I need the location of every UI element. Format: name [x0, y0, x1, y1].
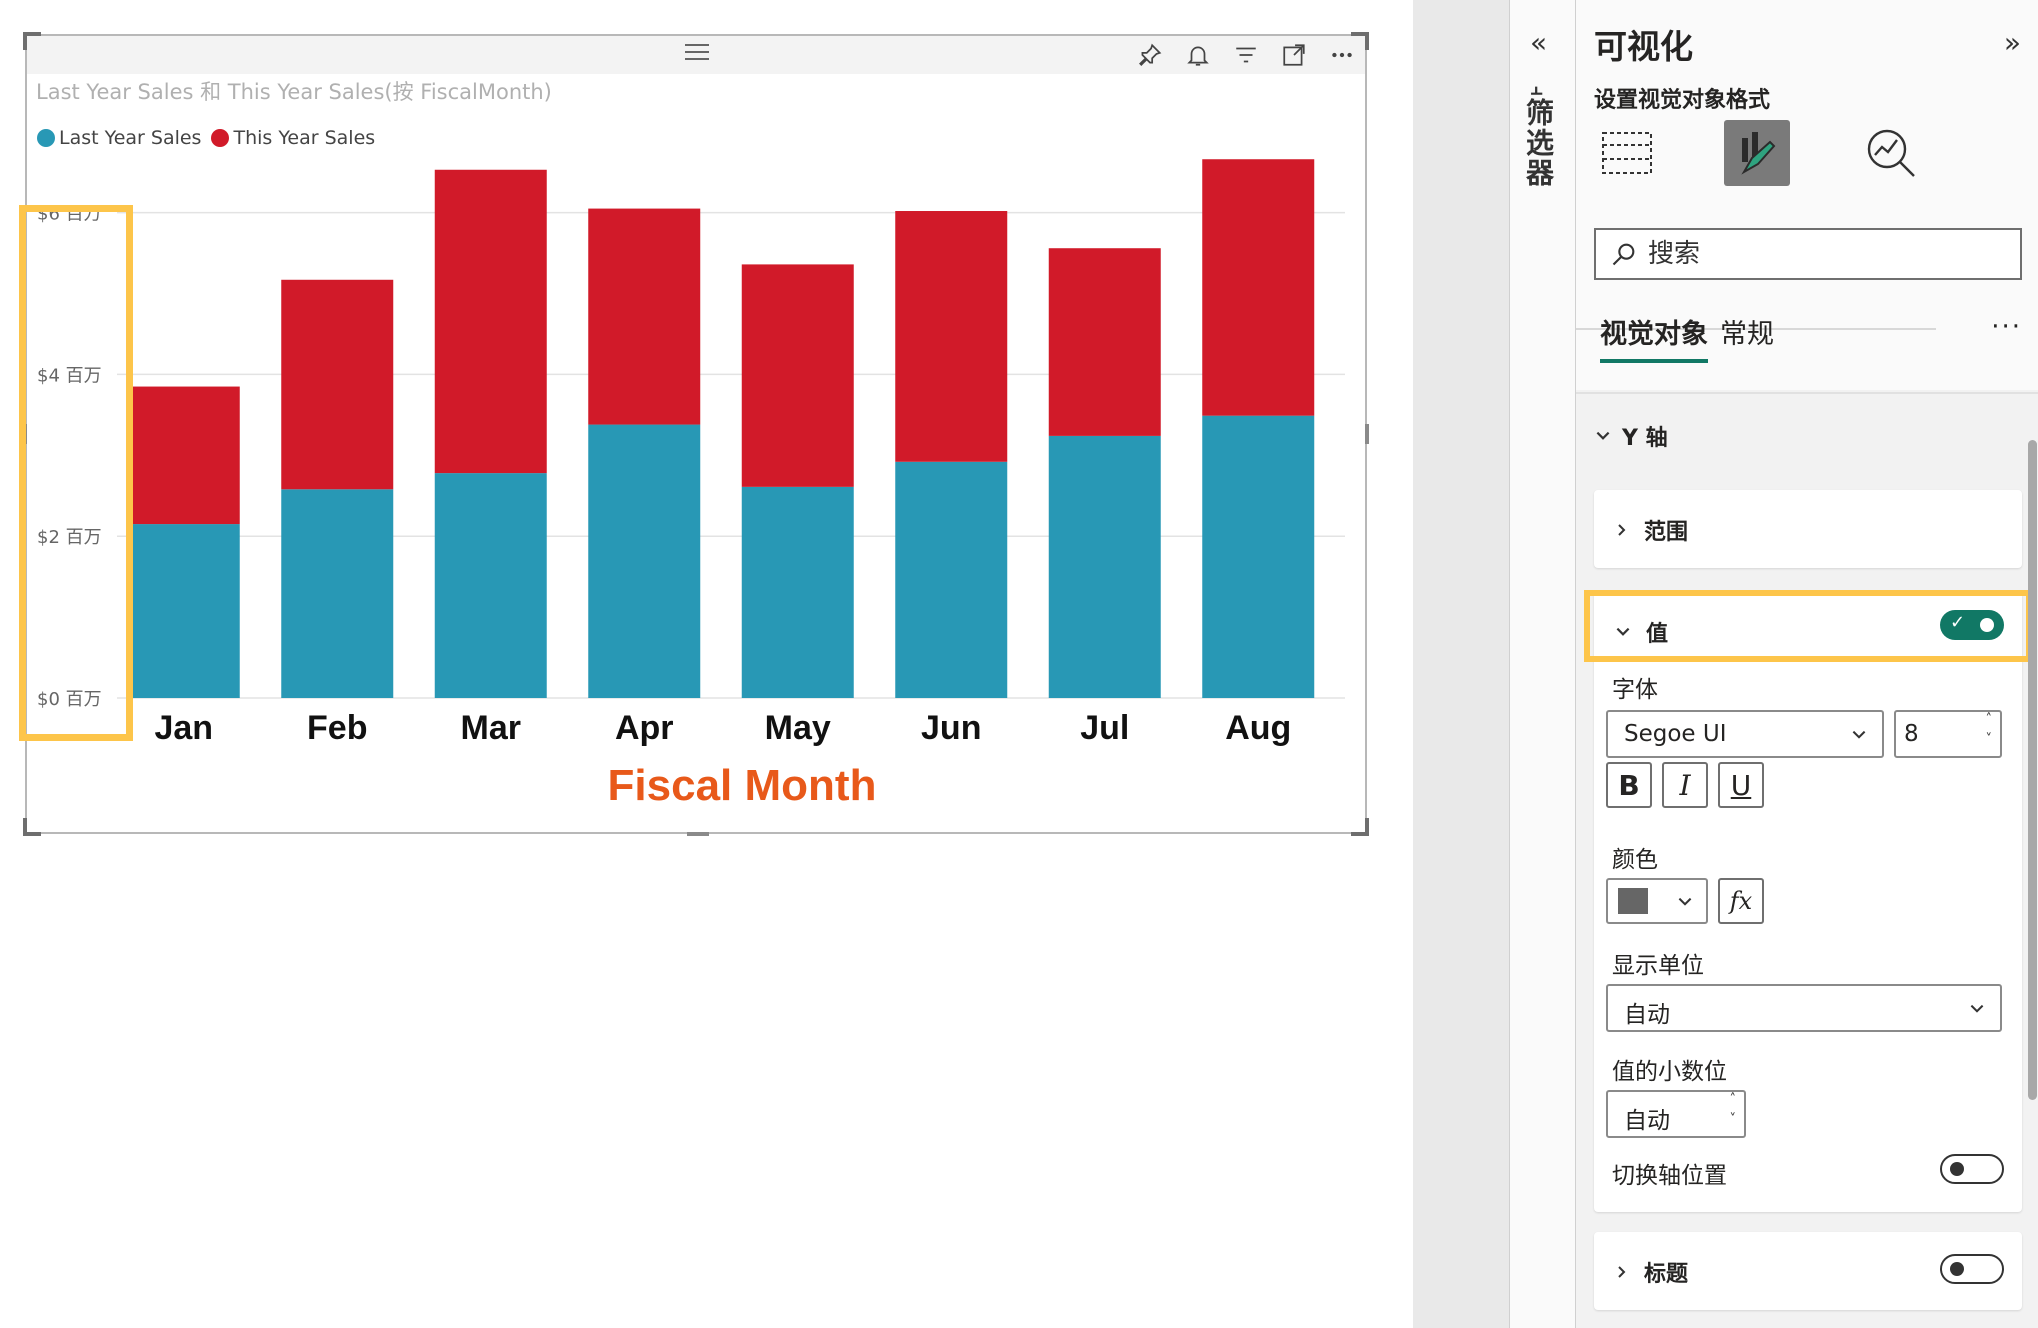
bar-last-year-apr[interactable] — [588, 424, 701, 698]
bar-last-year-jan[interactable] — [127, 524, 240, 698]
filters-pane: « ⫞筛选器 — [1509, 0, 1575, 1328]
more-options-icon[interactable]: ··· — [1991, 312, 2022, 342]
chevron-down-icon — [1678, 897, 1692, 906]
check-icon: ✓ — [1950, 612, 1966, 633]
bar-last-year-may[interactable] — [741, 486, 854, 698]
bar-last-year-jun[interactable] — [895, 461, 1008, 698]
viz-pane-divider — [1576, 392, 2038, 394]
values-toggle[interactable]: ✓ — [1940, 610, 2004, 640]
card-title[interactable]: 标题 — [1594, 1232, 2022, 1310]
bar-this-year-may[interactable] — [741, 264, 854, 487]
x-axis-title: Fiscal Month — [608, 761, 877, 810]
section-y-axis-label: Y 轴 — [1622, 426, 1668, 451]
card-title-label: 标题 — [1644, 1262, 1689, 1287]
filters-pane-label[interactable]: ⫞筛选器 — [1522, 86, 1558, 188]
underline-button[interactable]: U — [1718, 762, 1764, 808]
bar-last-year-aug[interactable] — [1202, 415, 1315, 698]
y-axis-highlight — [19, 205, 133, 741]
title-toggle[interactable] — [1940, 1254, 2004, 1284]
bar-last-year-jul[interactable] — [1048, 435, 1161, 698]
chevron-right-icon — [1618, 524, 1626, 536]
search-icon — [1612, 243, 1635, 266]
visualizations-pane: 可视化 » 设置视觉对象格式 视觉对象 常规 ··· Y 轴 — [1575, 0, 2038, 1328]
x-tick-label: Jan — [154, 709, 213, 747]
x-tick-label: Aug — [1225, 709, 1291, 747]
font-family-dropdown[interactable]: Segoe UI — [1606, 710, 1884, 758]
chart-visual[interactable]: Last Year Sales 和 This Year Sales(按 Fisc… — [23, 32, 1369, 836]
x-tick-label: Mar — [461, 709, 521, 747]
viz-pane-header: 可视化 » 设置视觉对象格式 视觉对象 常规 ··· — [1576, 0, 2038, 390]
font-family-value: Segoe UI — [1624, 721, 1727, 747]
bar-this-year-mar[interactable] — [434, 169, 547, 474]
toggle-knob — [1950, 1262, 1964, 1276]
expand-pane-icon[interactable]: » — [2004, 26, 2021, 59]
bar-this-year-jul[interactable] — [1048, 248, 1161, 436]
decimals-value: 自动 — [1624, 1108, 1670, 1134]
display-units-dropdown[interactable]: 自动 — [1606, 984, 2002, 1032]
format-visual-heading: 设置视觉对象格式 — [1594, 88, 1771, 113]
search-box[interactable] — [1594, 228, 2022, 280]
analytics-icon[interactable] — [1858, 120, 1924, 186]
card-values: 值 ✓ 字体 Segoe UI 8 ˄ ˅ B I U 颜色 fx 显示单位 自… — [1584, 590, 2032, 1212]
font-label: 字体 — [1612, 677, 1658, 703]
switch-axis-toggle[interactable] — [1940, 1154, 2004, 1184]
viz-pane-scrollbar[interactable] — [2028, 440, 2037, 1100]
x-tick-label: May — [765, 709, 831, 747]
chevron-down-icon — [1970, 1004, 1984, 1013]
bar-this-year-jan[interactable] — [127, 386, 240, 525]
section-y-axis[interactable]: Y 轴 — [1594, 420, 1668, 452]
bar-this-year-jun[interactable] — [895, 211, 1008, 462]
filter-pane-icon: ⫞ — [1526, 86, 1550, 98]
chart-plot: $0 百万$2 百万$4 百万$6 百万Jan Feb Mar Apr May Jun Ju… — [37, 159, 1345, 810]
report-canvas: Last Year Sales 和 This Year Sales(按 Fisc… — [0, 0, 1413, 1328]
card-values-label: 值 — [1646, 622, 1669, 647]
font-size-stepper[interactable]: 8 ˄ ˅ — [1894, 710, 2002, 758]
fx-button[interactable]: fx — [1718, 878, 1764, 924]
display-units-value: 自动 — [1624, 1002, 1670, 1028]
x-tick-label: Jul — [1080, 709, 1129, 747]
color-picker[interactable] — [1606, 878, 1708, 924]
canvas-margin — [1413, 0, 1509, 1328]
bar-this-year-feb[interactable] — [281, 279, 394, 490]
x-tick-label: Apr — [615, 709, 674, 747]
stepper-up-icon[interactable]: ˄ — [1986, 712, 1993, 727]
x-tick-label: Feb — [307, 709, 367, 747]
bar-last-year-feb[interactable] — [281, 489, 394, 698]
stepper-down-icon[interactable]: ˅ — [1986, 732, 1993, 747]
chevron-down-icon — [1596, 431, 1610, 440]
card-values-header[interactable]: 值 — [1614, 616, 1668, 648]
display-units-label: 显示单位 — [1612, 953, 1704, 979]
decimals-stepper[interactable]: 自动 ˄ ˅ — [1606, 1090, 1746, 1138]
build-visual-icon[interactable] — [1594, 120, 1660, 186]
card-range-label: 范围 — [1644, 520, 1689, 545]
stepper-down-icon[interactable]: ˅ — [1730, 1112, 1737, 1127]
bold-button[interactable]: B — [1606, 762, 1652, 808]
color-label: 颜色 — [1612, 847, 1658, 873]
switch-axis-label: 切换轴位置 — [1612, 1163, 1727, 1189]
format-tabs: 视觉对象 常规 ··· — [1594, 312, 2022, 368]
filters-label-text: 筛选器 — [1522, 98, 1555, 188]
italic-button[interactable]: I — [1662, 762, 1708, 808]
collapse-filters-icon[interactable]: « — [1530, 26, 1547, 59]
font-size-value: 8 — [1904, 721, 1919, 747]
tab-general[interactable]: 常规 — [1720, 312, 1774, 359]
decimals-label: 值的小数位 — [1612, 1059, 1727, 1085]
tab-visual[interactable]: 视觉对象 — [1600, 312, 1708, 363]
toggle-knob — [1980, 618, 1994, 632]
search-input[interactable] — [1648, 239, 1978, 269]
viz-pane-icon-row — [1576, 120, 2038, 330]
color-swatch — [1618, 888, 1648, 914]
bar-this-year-aug[interactable] — [1202, 159, 1315, 416]
x-tick-label: Jun — [921, 709, 981, 747]
card-range[interactable]: 范围 — [1594, 490, 2022, 568]
format-visual-icon[interactable] — [1724, 120, 1790, 186]
toggle-knob — [1950, 1162, 1964, 1176]
stepper-up-icon[interactable]: ˄ — [1730, 1092, 1737, 1107]
chevron-right-icon — [1618, 1266, 1626, 1278]
chevron-down-icon — [1852, 730, 1866, 739]
chevron-down-icon — [1616, 627, 1630, 636]
bar-this-year-apr[interactable] — [588, 208, 701, 425]
viz-pane-title: 可视化 — [1594, 27, 1693, 66]
bar-last-year-mar[interactable] — [434, 473, 547, 698]
